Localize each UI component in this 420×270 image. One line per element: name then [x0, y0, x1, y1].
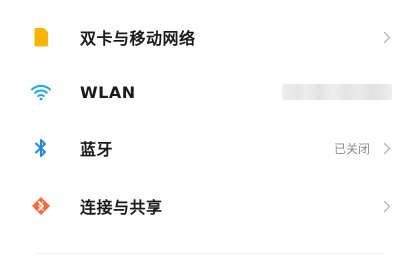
settings-item-bluetooth[interactable]: 蓝牙 已关闭	[0, 120, 420, 176]
bluetooth-icon	[30, 137, 52, 159]
settings-item-sim-network[interactable]: 双卡与移动网络	[0, 9, 420, 65]
wifi-icon	[30, 81, 52, 103]
connection-sharing-icon	[30, 195, 52, 217]
bluetooth-status-value: 已关闭	[333, 141, 370, 156]
section-divider	[36, 253, 384, 254]
chevron-right-icon	[382, 199, 392, 213]
settings-item-label: 连接与共享	[80, 198, 163, 217]
settings-item-label: 蓝牙	[80, 140, 114, 159]
chevron-right-icon	[382, 141, 392, 155]
sim-card-icon	[30, 26, 52, 48]
settings-item-wlan[interactable]: WLAN	[0, 64, 420, 120]
settings-item-connection-sharing[interactable]: 连接与共享	[0, 178, 420, 234]
chevron-right-icon	[382, 30, 392, 44]
settings-item-label: WLAN	[80, 82, 136, 102]
wlan-network-name-redacted	[282, 84, 392, 100]
settings-item-label: 双卡与移动网络	[80, 29, 196, 48]
settings-list: 双卡与移动网络 WLAN 蓝牙 已关闭 连接与共享	[0, 0, 420, 270]
